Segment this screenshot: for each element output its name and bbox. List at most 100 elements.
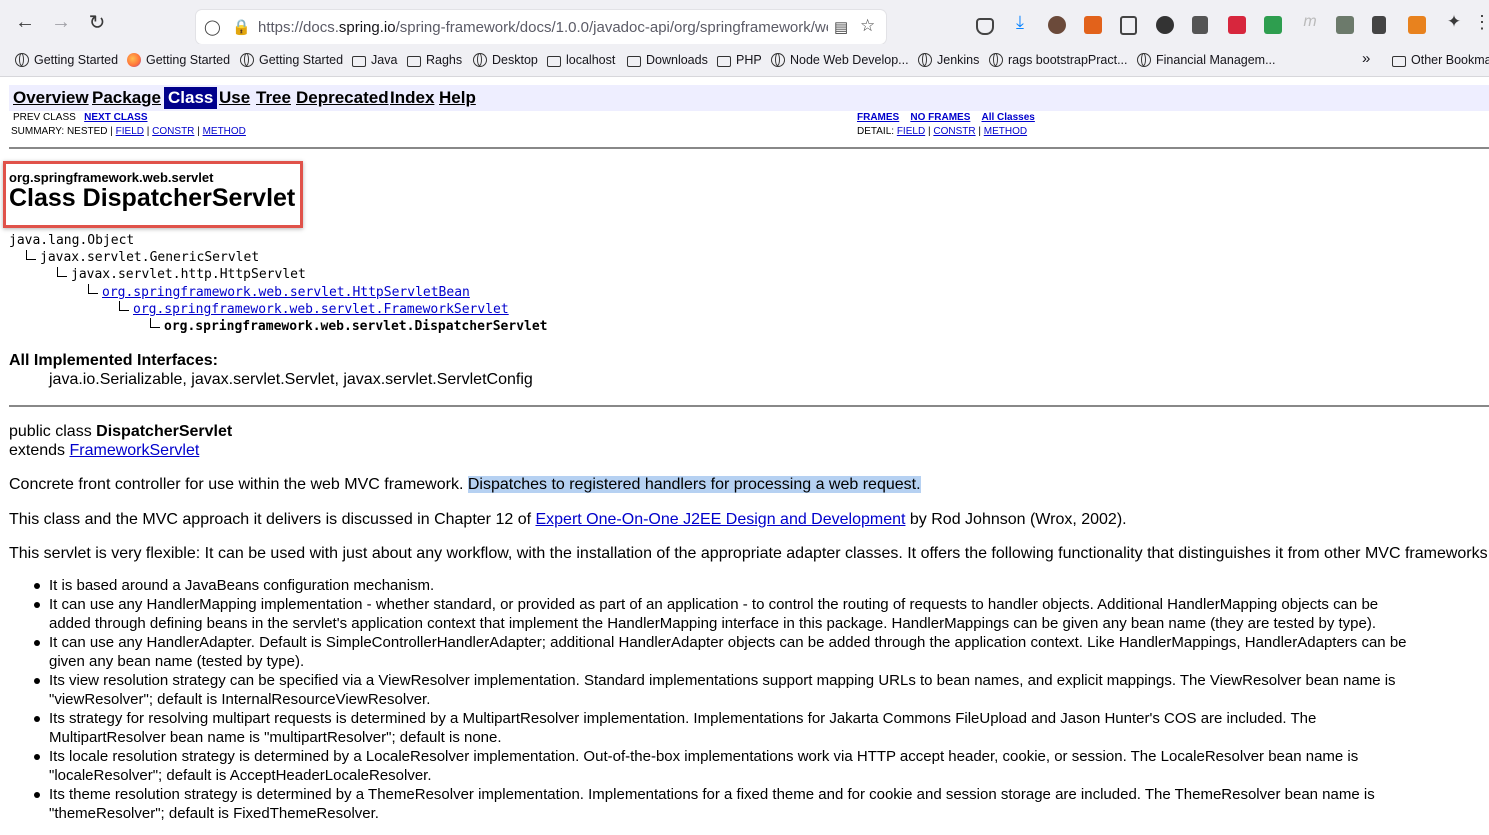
bookmark-item[interactable]: rags bootstrapPract...	[989, 53, 1128, 67]
extension-gear-icon[interactable]	[1084, 16, 1102, 34]
shield-icon[interactable]: ◯	[204, 18, 221, 36]
bookmark-label: Getting Started	[146, 53, 231, 67]
summary-constr-link[interactable]: CONSTR	[152, 126, 194, 137]
url-path: /spring-framework/docs/1.0.0/javadoc-api…	[395, 19, 828, 36]
back-arrow-icon[interactable]: ←	[13, 10, 37, 34]
reload-icon[interactable]: ↻	[85, 10, 109, 34]
description-p1: Concrete front controller for use within…	[9, 476, 921, 494]
bookmark-item[interactable]: Getting Started	[127, 53, 230, 67]
bookmarks-bar: Getting Started Getting Started Getting …	[0, 44, 1489, 77]
hierarchy-object: java.lang.Object	[9, 233, 135, 248]
extension-eye-icon[interactable]	[1156, 16, 1174, 34]
bookmark-item[interactable]: Node Web Develop...	[771, 53, 909, 67]
bookmark-star-icon[interactable]: ☆	[860, 16, 875, 36]
list-item-text: It is based around a JavaBeans configura…	[49, 577, 435, 594]
separator: |	[146, 126, 150, 137]
bookmark-item[interactable]: Getting Started	[15, 53, 118, 67]
globe-icon	[771, 53, 785, 67]
library-icon[interactable]	[1192, 16, 1208, 34]
clipboard-icon[interactable]	[1120, 16, 1137, 35]
extension-pen-icon[interactable]	[1228, 16, 1246, 34]
detail-method-link[interactable]: METHOD	[984, 126, 1027, 137]
list-item-text: Its locale resolution strategy is determ…	[49, 748, 1359, 765]
extension-money-icon[interactable]	[1264, 16, 1282, 34]
parent-class-link[interactable]: FrameworkServlet	[69, 442, 199, 459]
globe-icon	[1137, 53, 1151, 67]
extension-shopping-icon[interactable]	[1336, 16, 1354, 34]
firefox-icon	[127, 53, 141, 67]
list-item-text: added through defining beans in the serv…	[49, 615, 1377, 632]
bookmark-item[interactable]: Jenkins	[918, 53, 979, 67]
bookmark-item[interactable]: Getting Started	[240, 53, 343, 67]
overflow-chevron-icon[interactable]: »	[1362, 50, 1370, 67]
hierarchy-current-class: org.springframework.web.servlet.Dispatch…	[164, 319, 548, 334]
description-p3: This servlet is very flexible: It can be…	[9, 545, 1489, 562]
address-bar[interactable]: ◯ 🔒 https://docs.spring.io/spring-framew…	[196, 10, 886, 44]
no-frames-link[interactable]: NO FRAMES	[910, 112, 970, 123]
lock-icon[interactable]: 🔒	[232, 18, 251, 36]
bookmark-item[interactable]: Downloads	[627, 53, 708, 67]
interfaces-list: java.io.Serializable, javax.servlet.Serv…	[49, 371, 533, 388]
nav-index[interactable]: Index	[390, 88, 434, 108]
bookmark-label: PHP	[736, 53, 762, 67]
extends-line: extends FrameworkServlet	[9, 442, 199, 460]
frames-link[interactable]: FRAMES	[857, 112, 899, 123]
all-classes-link[interactable]: All Classes	[981, 112, 1034, 123]
prev-next-row: PREV CLASS NEXT CLASS	[13, 112, 148, 123]
other-bookmarks[interactable]: Other Bookmar	[1392, 53, 1489, 67]
declaration-name: DispatcherServlet	[96, 423, 233, 440]
javadoc-page: Overview Package Class Use Tree Deprecat…	[0, 76, 1489, 835]
bookmark-label: Node Web Develop...	[790, 53, 909, 67]
pocket-icon[interactable]	[976, 18, 994, 35]
next-class-link[interactable]: NEXT CLASS	[84, 112, 147, 123]
nav-use[interactable]: Use	[219, 88, 250, 108]
tree-branch	[57, 267, 67, 277]
nav-deprecated[interactable]: Deprecated	[296, 88, 389, 108]
separator: |	[197, 126, 200, 137]
nav-package[interactable]: Package	[92, 88, 161, 108]
folder-icon	[352, 55, 366, 67]
folder-icon	[407, 55, 421, 67]
bookmark-item[interactable]: Java	[352, 53, 397, 67]
bookmark-item[interactable]: Financial Managem...	[1137, 53, 1276, 67]
account-avatar-icon[interactable]	[1048, 16, 1066, 34]
nav-tree[interactable]: Tree	[256, 88, 291, 108]
url-text[interactable]: https://docs.spring.io/spring-framework/…	[258, 19, 828, 36]
hierarchy-frameworkservlet[interactable]: org.springframework.web.servlet.Framewor…	[133, 302, 509, 317]
menu-icon[interactable]: ⋮	[1470, 10, 1489, 34]
nav-overview[interactable]: Overview	[13, 88, 89, 108]
hierarchy-httpservletbean-link[interactable]: org.springframework.web.servlet.HttpServ…	[102, 285, 470, 300]
extensions-puzzle-icon[interactable]: ✦	[1442, 10, 1466, 34]
bookmark-label: Java	[371, 53, 398, 67]
metamask-fox-icon[interactable]	[1408, 16, 1426, 34]
nav-help[interactable]: Help	[439, 88, 476, 108]
bookmark-item[interactable]: localhost	[547, 53, 615, 67]
bookmark-label: rags bootstrapPract...	[1008, 53, 1128, 67]
description-p1-text: Concrete front controller for use within…	[9, 476, 468, 493]
description-p2-end: by Rod Johnson (Wrox, 2002).	[905, 511, 1127, 528]
detail-field-link[interactable]: FIELD	[897, 126, 925, 137]
hierarchy-httpservletbean[interactable]: org.springframework.web.servlet.HttpServ…	[102, 285, 470, 300]
nav-class-current: Class	[164, 87, 218, 109]
download-icon[interactable]: ⤓	[1008, 10, 1032, 34]
reader-view-icon[interactable]: ▤	[834, 18, 848, 36]
bookmark-item[interactable]: Desktop	[473, 53, 538, 67]
extension-hammer-icon[interactable]	[1372, 16, 1386, 34]
globe-icon	[240, 53, 254, 67]
folder-icon	[547, 55, 561, 67]
folder-icon	[1392, 55, 1406, 67]
bookmark-item[interactable]: Raghs	[407, 53, 462, 67]
summary-method-link[interactable]: METHOD	[203, 126, 246, 137]
globe-icon	[473, 53, 487, 67]
list-item: Its view resolution strategy can be spec…	[34, 671, 1489, 709]
url-domain: spring.io	[338, 19, 396, 36]
book-link[interactable]: Expert One-On-One J2EE Design and Develo…	[535, 511, 905, 528]
class-title: Class DispatcherServlet	[9, 184, 296, 212]
extension-m-icon[interactable]: m	[1298, 10, 1322, 34]
bookmark-item[interactable]: PHP	[717, 53, 762, 67]
package-name: org.springframework.web.servlet	[9, 170, 214, 185]
detail-constr-link[interactable]: CONSTR	[933, 126, 975, 137]
summary-field-link[interactable]: FIELD	[116, 126, 144, 137]
hierarchy-frameworkservlet-link[interactable]: org.springframework.web.servlet.Framewor…	[133, 302, 509, 317]
forward-arrow-icon[interactable]: →	[49, 10, 73, 34]
